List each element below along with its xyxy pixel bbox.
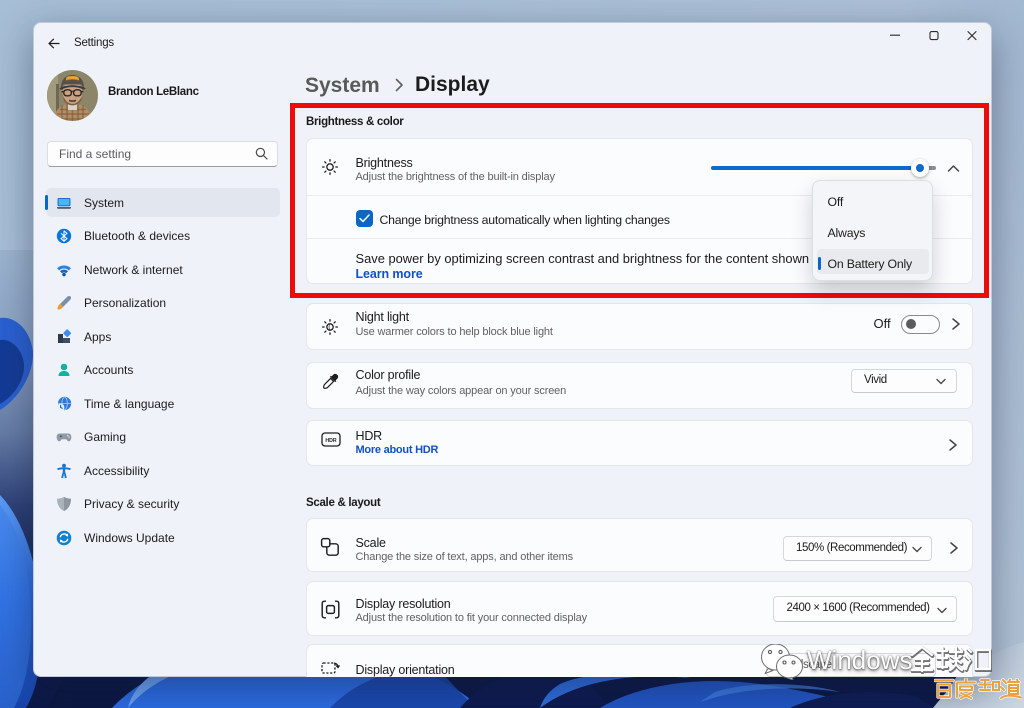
svg-text:HDR: HDR (325, 438, 336, 444)
